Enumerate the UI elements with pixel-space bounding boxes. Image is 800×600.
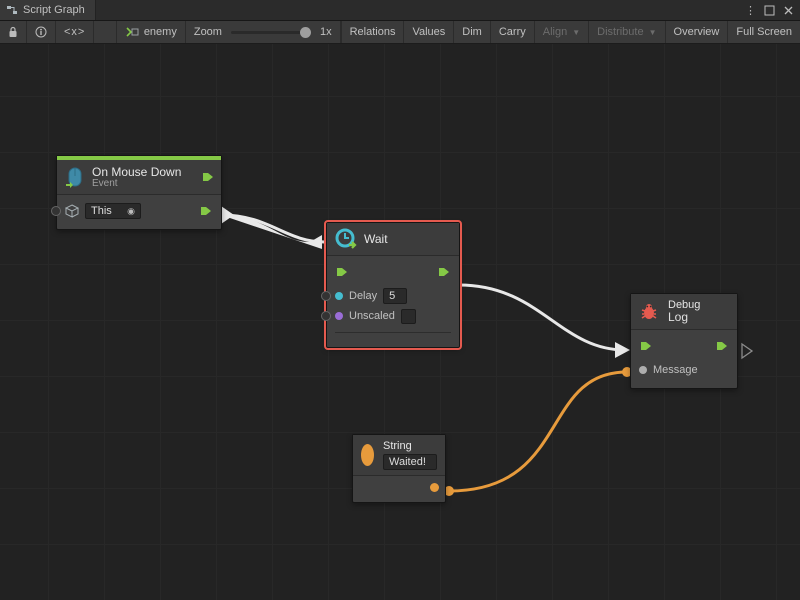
dim-button[interactable]: Dim [454, 21, 491, 43]
target-value: This [91, 205, 112, 217]
carry-label: Carry [499, 26, 526, 38]
flow-out-port[interactable] [715, 339, 729, 353]
zoom-slider-thumb[interactable] [300, 27, 311, 38]
flow-in-port[interactable] [335, 265, 349, 279]
unscaled-checkbox[interactable] [401, 309, 416, 324]
distribute-label: Distribute [597, 26, 643, 38]
grey-type-dot [639, 366, 647, 374]
node-string[interactable]: String Waited! [352, 434, 446, 503]
wait-icon [335, 228, 357, 250]
window-tabbar: Script Graph ⋮ [0, 0, 800, 21]
code-icon: <x> [64, 26, 85, 38]
fullscreen-button[interactable]: Full Screen [728, 21, 800, 43]
target-picker-icon[interactable]: ◉ [127, 206, 135, 217]
message-label: Message [653, 364, 698, 376]
node-title: On Mouse Down [92, 165, 181, 179]
graph-toolbar: <x> enemy Zoom 1x Relations Values Dim C… [0, 21, 800, 44]
target-field[interactable]: This ◉ [85, 203, 141, 219]
lock-button[interactable] [0, 21, 27, 43]
string-type-icon [361, 444, 374, 466]
overview-button[interactable]: Overview [666, 21, 729, 43]
align-dropdown[interactable]: Align ▼ [535, 21, 589, 43]
window-tab-script-graph[interactable]: Script Graph [0, 0, 96, 20]
chevron-down-icon: ▼ [649, 28, 657, 37]
zoom-control[interactable]: Zoom 1x [186, 21, 341, 43]
delay-field[interactable]: 5 [383, 288, 407, 304]
input-port[interactable] [51, 206, 61, 216]
carry-button[interactable]: Carry [491, 21, 535, 43]
mouse-event-icon [65, 165, 85, 189]
dim-label: Dim [462, 26, 482, 38]
node-title: Wait [364, 232, 388, 246]
zoom-label: Zoom [194, 26, 222, 38]
bug-icon [639, 302, 659, 322]
align-label: Align [543, 26, 567, 38]
breadcrumb[interactable]: enemy [117, 21, 186, 43]
node-debug-log[interactable]: Debug Log Message [630, 293, 738, 389]
node-wait[interactable]: Wait Delay 5 Unscaled [326, 222, 460, 348]
relations-label: Relations [350, 26, 396, 38]
delay-input-port[interactable] [321, 291, 331, 301]
flow-out-port-body[interactable] [199, 204, 213, 218]
values-label: Values [412, 26, 445, 38]
relations-button[interactable]: Relations [342, 21, 405, 43]
info-icon [35, 26, 47, 38]
chevron-down-icon: ▼ [572, 28, 580, 37]
maximize-icon[interactable] [764, 5, 775, 16]
unscaled-label: Unscaled [349, 310, 395, 322]
node-title: String [383, 440, 412, 452]
info-button[interactable] [27, 21, 56, 43]
flow-out-port[interactable] [201, 170, 215, 184]
purple-type-dot [335, 312, 343, 320]
window-title: Script Graph [23, 4, 85, 16]
values-button[interactable]: Values [404, 21, 454, 43]
node-subtitle: Log [668, 310, 700, 324]
breadcrumb-object: enemy [144, 26, 177, 38]
variables-button[interactable]: <x> [56, 21, 94, 43]
flow-node-icon [125, 26, 139, 38]
string-output-port[interactable] [430, 483, 439, 492]
string-value-field[interactable]: Waited! [383, 454, 437, 470]
node-subtitle: Event [92, 178, 181, 189]
close-icon[interactable] [783, 5, 794, 16]
zoom-value: 1x [320, 26, 332, 38]
delay-label: Delay [349, 290, 377, 302]
graph-canvas[interactable]: On Mouse Down Event This ◉ [0, 44, 800, 600]
flow-in-port[interactable] [639, 339, 653, 353]
unscaled-input-port[interactable] [321, 311, 331, 321]
target-cube-icon [65, 204, 79, 218]
fullscreen-label: Full Screen [736, 26, 792, 38]
kebab-icon[interactable]: ⋮ [745, 4, 756, 17]
overview-label: Overview [674, 26, 720, 38]
graph-icon [6, 4, 18, 16]
zoom-slider[interactable] [231, 31, 311, 34]
cyan-type-dot [335, 292, 343, 300]
lock-icon [8, 26, 18, 38]
distribute-dropdown[interactable]: Distribute ▼ [589, 21, 665, 43]
flow-out-port[interactable] [437, 265, 451, 279]
node-on-mouse-down[interactable]: On Mouse Down Event This ◉ [56, 155, 222, 230]
